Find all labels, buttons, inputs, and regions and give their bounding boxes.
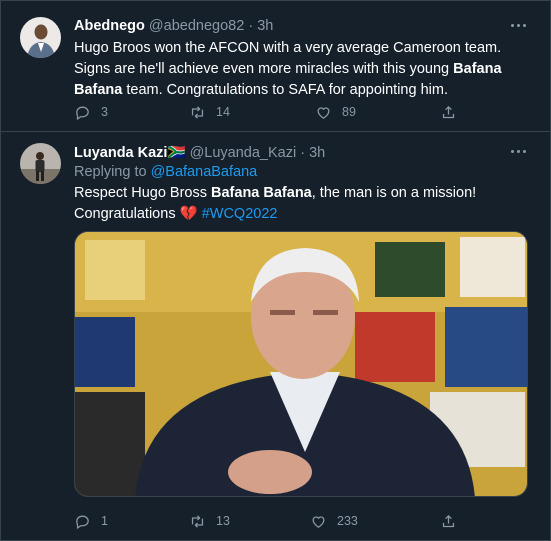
reply-icon (76, 515, 89, 529)
share-button[interactable] (440, 102, 457, 122)
broken-heart-emoji: 💔 (179, 206, 198, 222)
more-icon[interactable] (511, 150, 527, 154)
tweet-text-part: Respect Hugo Bross (74, 185, 212, 201)
share-icon (442, 514, 455, 527)
tweet-text-part: team. Congratulations to SAFA for appoin… (122, 82, 448, 98)
handle[interactable]: @abednego82 (149, 18, 244, 34)
like-icon (312, 515, 325, 528)
like-icon (317, 106, 330, 119)
timestamp[interactable]: 3h (257, 18, 273, 34)
reply-icon (76, 106, 89, 120)
display-name[interactable]: Abednego (74, 18, 145, 34)
separator: · (300, 145, 310, 161)
tweet-text-part: Hugo Broos won the AFCON with a very ave… (74, 40, 502, 77)
retweet-button[interactable]: 13 (189, 511, 230, 531)
handle[interactable]: @Luyanda_Kazi (190, 145, 297, 161)
avatar[interactable] (20, 17, 61, 58)
reply-count: 3 (101, 105, 108, 119)
replying-to: Replying to @BafanaBafana (74, 162, 534, 183)
display-name[interactable]: Luyanda Kazi (74, 145, 167, 161)
tweet-text: Hugo Broos won the AFCON with a very ave… (74, 38, 534, 101)
more-icon[interactable] (511, 24, 527, 28)
tweet-actions: 3 14 89 (74, 102, 474, 122)
reply-button[interactable]: 1 (74, 511, 108, 531)
share-button[interactable] (440, 511, 457, 531)
replying-prefix: Replying to (74, 164, 151, 180)
like-button[interactable]: 233 (310, 511, 358, 531)
replying-to-link[interactable]: @BafanaBafana (151, 164, 258, 180)
tweet-actions: 1 13 233 (74, 511, 474, 531)
like-count: 233 (337, 514, 358, 528)
tweet-text: Respect Hugo Bross Bafana Bafana, the ma… (74, 183, 534, 225)
retweet-count: 13 (216, 514, 230, 528)
hashtag-link[interactable]: #WCQ2022 (202, 206, 278, 222)
tweet-text-line2: Congratulations (74, 206, 180, 222)
tweet-luyanda[interactable]: Luyanda Kazi🇿🇦 @Luyanda_Kazi · 3h Replyi… (0, 132, 551, 541)
retweet-icon (191, 105, 204, 119)
tweet-abednego[interactable]: Abednego @abednego82 · 3h Hugo Broos won… (0, 0, 551, 131)
tweet-text-bold: Bafana Bafana (211, 185, 312, 201)
separator: · (248, 18, 258, 34)
retweet-button[interactable]: 14 (189, 102, 230, 122)
timestamp[interactable]: 3h (309, 145, 325, 161)
share-icon (442, 105, 455, 118)
retweet-count: 14 (216, 105, 230, 119)
tweet-header: Abednego @abednego82 · 3h (74, 18, 273, 34)
retweet-icon (191, 514, 204, 528)
avatar[interactable] (20, 143, 61, 184)
like-count: 89 (342, 105, 356, 119)
photo-image (75, 232, 527, 496)
like-button[interactable]: 89 (315, 102, 356, 122)
tweet-text-part: , the man is on a mission! (311, 185, 477, 201)
tweet-header: Luyanda Kazi🇿🇦 @Luyanda_Kazi · 3h (74, 144, 325, 161)
reply-count: 1 (101, 514, 108, 528)
reply-button[interactable]: 3 (74, 102, 108, 122)
flag-emoji: 🇿🇦 (167, 145, 186, 161)
tweet-photo[interactable] (74, 231, 528, 497)
